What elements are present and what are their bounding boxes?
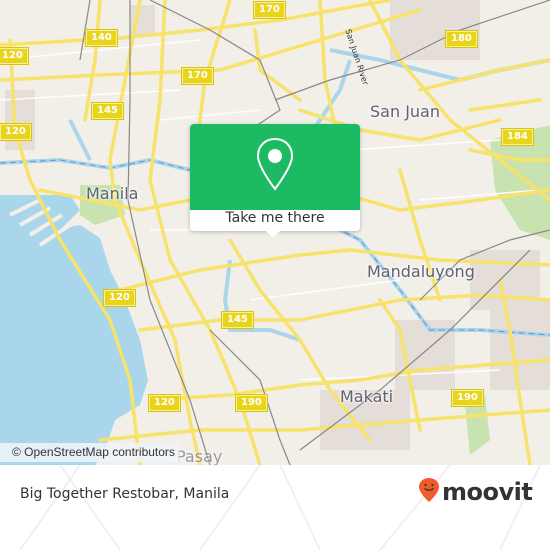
take-me-there-button[interactable]: Take me there — [190, 210, 360, 231]
road-shield: 190 — [236, 395, 267, 411]
road-shield: 170 — [254, 2, 285, 18]
road-shield: 190 — [452, 390, 483, 406]
road-shield: 145 — [92, 103, 123, 119]
road-shield: 140 — [86, 30, 117, 46]
popup-pointer — [265, 230, 281, 238]
road-shield: 120 — [0, 48, 28, 64]
place-label-makati: Makati — [340, 387, 394, 406]
road-shield: 180 — [446, 31, 477, 47]
road-shield: 170 — [182, 68, 213, 84]
moovit-smiley-pin-icon — [418, 477, 440, 507]
map[interactable]: 170 140 120 170 145 180 184 120 145 120 … — [0, 0, 550, 465]
place-name: Big Together Restobar, Manila — [20, 486, 230, 502]
road-shield: 145 — [222, 312, 253, 328]
footer: Big Together Restobar, Manila moovit — [0, 465, 550, 550]
moovit-wordmark: moovit — [442, 478, 533, 506]
road-shield: 120 — [149, 395, 180, 411]
road-shield: 120 — [104, 290, 135, 306]
map-pin-icon — [255, 137, 295, 197]
road-shield: 120 — [0, 124, 31, 140]
road-shield: 184 — [502, 129, 533, 145]
place-label-san-juan: San Juan — [370, 102, 440, 121]
popup-header — [190, 124, 360, 210]
moovit-logo[interactable]: moovit — [418, 477, 533, 507]
place-label-manila: Manila — [86, 184, 139, 203]
place-label-pasay: Pasay — [176, 447, 223, 465]
location-popup: Take me there — [190, 124, 360, 231]
map-attribution[interactable]: © OpenStreetMap contributors — [0, 443, 179, 462]
place-label-mandaluyong: Mandaluyong — [367, 262, 475, 281]
